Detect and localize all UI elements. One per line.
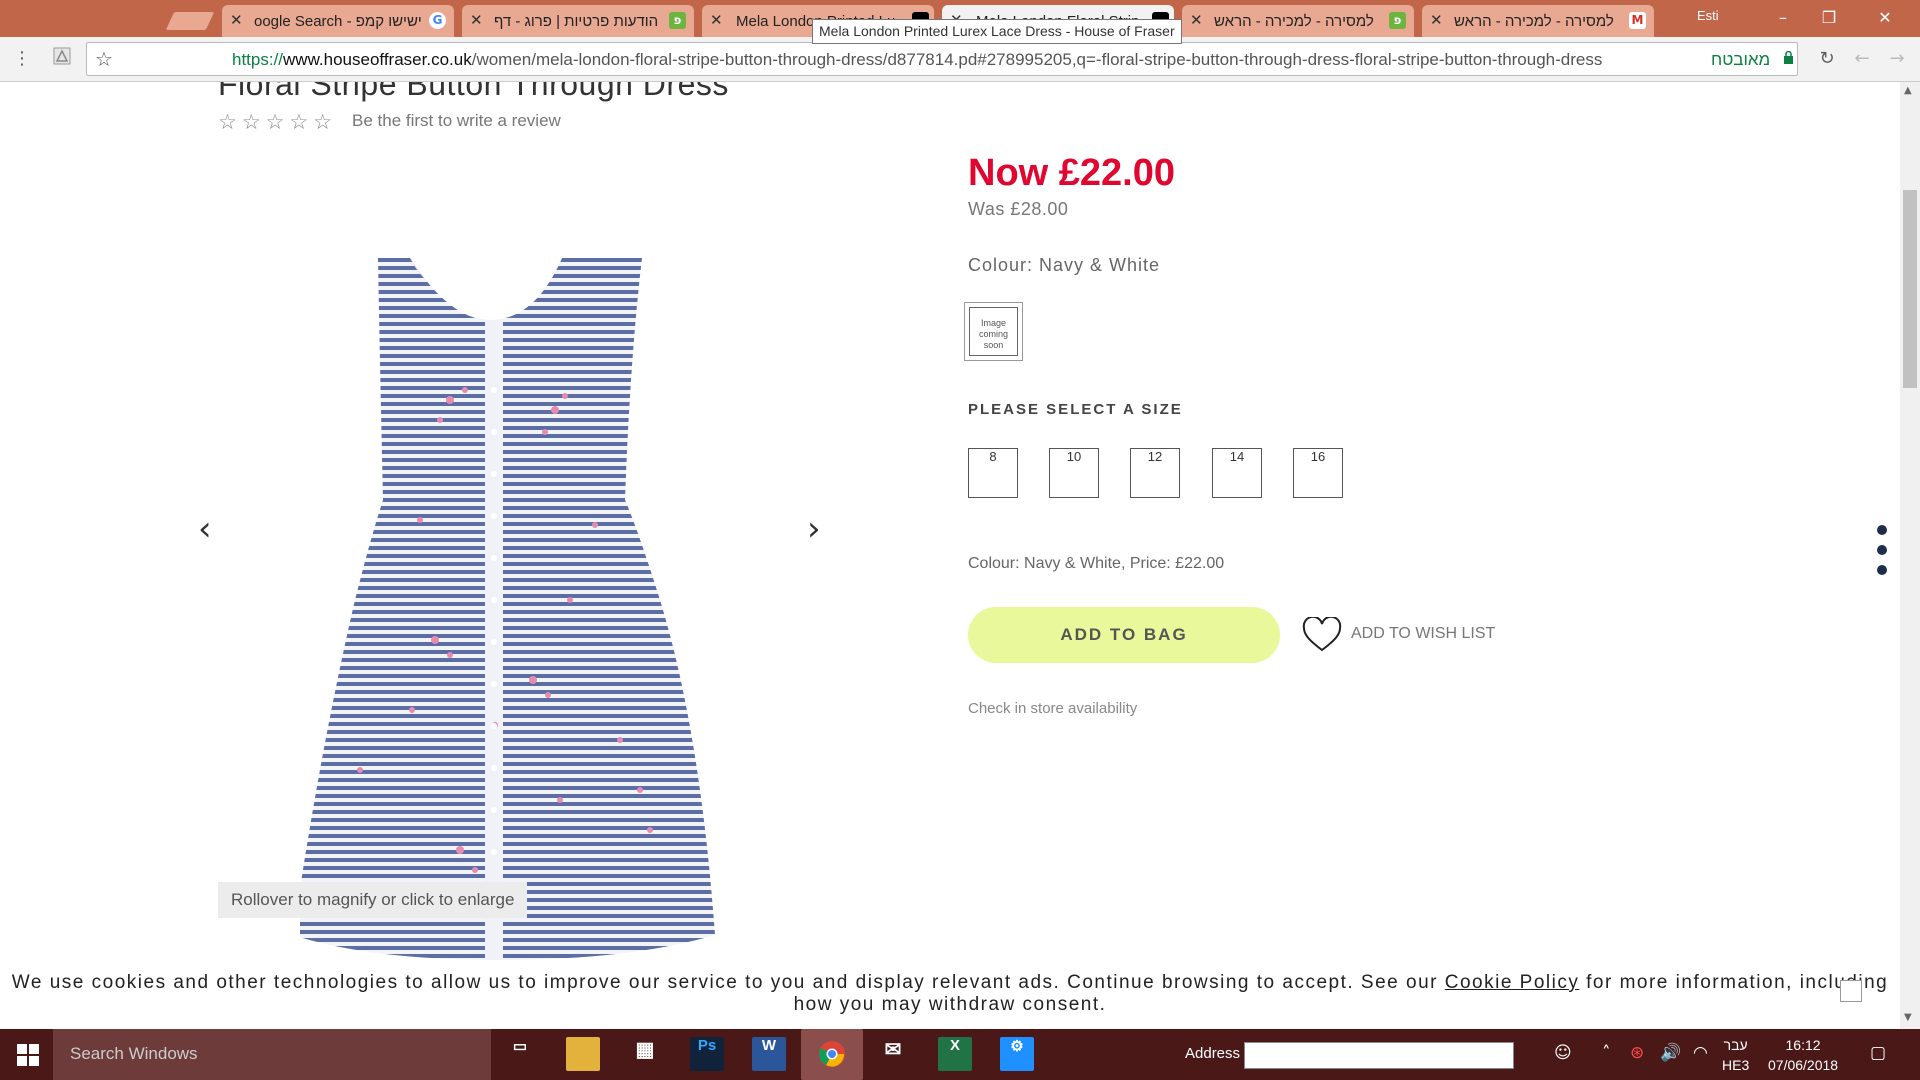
forward-icon[interactable]: ← (1850, 47, 1874, 71)
price-was: Was £28.00 (968, 199, 1069, 219)
size-option-12[interactable]: 12 (1130, 448, 1180, 498)
tab-tooltip: Mela London Printed Lurex Lace Dress - H… (812, 19, 1182, 44)
price-now: Now £22.00 (968, 152, 1175, 194)
tab-title: הודעות פרטיות | פרוג - דף (494, 13, 659, 30)
notifications-icon[interactable]: ▢ (1870, 1043, 1886, 1063)
cookie-banner: We use cookies and other technologies to… (0, 966, 1900, 1026)
restore-icon[interactable]: ❐ (1806, 4, 1852, 32)
volume-icon[interactable]: 🔊 (1660, 1043, 1681, 1063)
task-view-icon[interactable]: ▭ (503, 1037, 537, 1071)
add-to-bag-button[interactable]: ADD TO BAG (968, 607, 1280, 663)
tab-title: oogle Search - ישישו קמפ (254, 13, 422, 30)
search-placeholder: Search Windows (70, 1044, 198, 1063)
bookmark-star-icon[interactable]: ☆ (95, 47, 113, 71)
word-icon[interactable]: W (752, 1037, 786, 1071)
people-icon[interactable]: ☺ (1554, 1043, 1572, 1063)
size-option-10[interactable]: 10 (1049, 448, 1099, 498)
prog-icon: פ (669, 12, 686, 29)
tab-close-icon[interactable]: ✕ (470, 11, 483, 29)
size-option-16[interactable]: 16 (1293, 448, 1343, 498)
tab-close-icon[interactable]: ✕ (710, 11, 723, 29)
browser-tab[interactable]: ✕ למסירה - למכירה - הראש פ (1182, 5, 1414, 37)
prog-icon: פ (1389, 12, 1406, 29)
heart-icon[interactable] (1302, 617, 1342, 653)
write-review-link[interactable]: Be the first to write a review (352, 111, 561, 131)
mail-icon[interactable]: ✉ (876, 1037, 910, 1071)
tab-title: למסירה - למכירה - הראש (1214, 13, 1374, 30)
browser-tab-strip: ✕ G oogle Search - ישישו קמפ ✕ פ הודעות … (0, 0, 1920, 44)
menu-dots-icon[interactable]: ⋮ (10, 47, 34, 71)
antivirus-icon[interactable]: ⊛ (1630, 1043, 1644, 1063)
scroll-up-icon[interactable]: ▲ (1904, 85, 1912, 96)
chrome-icon[interactable] (801, 1029, 863, 1080)
app-icon[interactable]: ⚙ (1000, 1037, 1034, 1071)
lang-bottom: HE3 (1722, 1057, 1750, 1073)
url-text[interactable]: https://www.houseoffraser.co.uk/women/me… (232, 50, 1772, 70)
colour-price-summary: Colour: Navy & White, Price: £22.00 (968, 555, 1225, 572)
store-availability-link[interactable]: Check in store availability (968, 700, 1137, 717)
tab-title: למסירה - למכירה - הראש (1454, 13, 1614, 30)
rating-stars-icon[interactable]: ☆☆☆☆☆ (218, 110, 337, 134)
product-image[interactable] (300, 170, 720, 970)
magnify-hint[interactable]: Rollover to magnify or click to enlarge (218, 882, 528, 918)
windows-taskbar: Search Windows ▭ ▦ Ps W ✉ X ⚙ Address ☺ … (0, 1029, 1920, 1080)
pdf-extension-icon[interactable] (50, 47, 74, 71)
scroll-down-icon[interactable]: ▼ (1904, 1012, 1912, 1023)
swatch-placeholder-text: Image coming soon (969, 307, 1018, 356)
clock-time: 16:12 (1785, 1037, 1821, 1053)
url-host: www.houseoffraser.co.uk (283, 50, 472, 69)
colour-swatch[interactable]: Image coming soon (964, 302, 1023, 361)
windows-search-box[interactable]: Search Windows (53, 1029, 491, 1080)
file-explorer-icon[interactable] (566, 1037, 600, 1071)
minimize-icon[interactable]: – (1760, 4, 1806, 32)
address-bar[interactable]: ☆ https://www.houseoffraser.co.uk/women/… (86, 42, 1798, 76)
photoshop-icon[interactable]: Ps (690, 1037, 724, 1071)
cookie-text: We use cookies and other technologies to… (11, 972, 1445, 993)
tab-close-icon[interactable]: ✕ (230, 11, 243, 29)
browser-tab[interactable]: ✕ G oogle Search - ישישו קמפ (222, 5, 454, 37)
lang-top: עבר (1723, 1037, 1748, 1053)
scrollbar-thumb[interactable] (1903, 190, 1917, 388)
system-clock[interactable]: 16:12 07/06/2018 (1768, 1035, 1838, 1075)
calculator-icon[interactable]: ▦ (628, 1037, 662, 1071)
gmail-icon: M (1629, 12, 1646, 29)
gallery-prev-icon[interactable]: ‹ (198, 512, 212, 546)
product-title: Floral Stripe Button Through Dress (218, 82, 729, 102)
language-indicator[interactable]: עבר HE3 (1722, 1035, 1749, 1075)
new-tab-button[interactable] (165, 12, 215, 30)
profile-name[interactable]: Esti (1697, 8, 1719, 23)
gallery-next-icon[interactable]: › (807, 512, 821, 546)
size-option-14[interactable]: 14 (1212, 448, 1262, 498)
excel-icon[interactable]: X (938, 1037, 972, 1071)
product-page: Floral Stripe Button Through Dress ☆☆☆☆☆… (0, 82, 1900, 1029)
clock-date: 07/06/2018 (1768, 1057, 1839, 1073)
size-option-8[interactable]: 8 (968, 448, 1018, 498)
cookie-close-icon[interactable] (1840, 980, 1862, 1002)
tab-close-icon[interactable]: ✕ (1190, 11, 1203, 29)
url-scheme: https:// (232, 50, 284, 69)
add-to-wish-list-link[interactable]: ADD TO WISH LIST (1351, 625, 1495, 643)
cookie-policy-link[interactable]: Cookie Policy (1445, 972, 1580, 993)
browser-tab[interactable]: ✕ למסירה - למכירה - הראש M (1422, 5, 1654, 37)
wifi-icon[interactable]: ◠ (1693, 1043, 1708, 1063)
tray-chevron-icon[interactable]: ˄ (1602, 1043, 1611, 1063)
windows-start-icon[interactable] (16, 1043, 40, 1067)
browser-tab[interactable]: ✕ פ הודעות פרטיות | פרוג - דף (462, 5, 694, 37)
close-window-icon[interactable]: ✕ (1862, 4, 1908, 32)
size-heading: PLEASE SELECT A SIZE (968, 401, 1183, 418)
back-icon[interactable]: → (1885, 47, 1909, 71)
reload-icon[interactable]: ↻ (1815, 47, 1839, 71)
page-scrollbar[interactable]: ▲ ▼ (1900, 82, 1920, 1029)
address-toolbar-input[interactable] (1244, 1042, 1514, 1069)
google-icon: G (429, 12, 446, 29)
secure-label[interactable]: מאובטח (1711, 50, 1770, 70)
address-toolbar-label: Address (1185, 1045, 1241, 1062)
colour-label: Colour: Navy & White (968, 255, 1161, 275)
url-path: /women/mela-london-floral-stripe-button-… (471, 50, 1603, 69)
page-dots-nav[interactable] (1877, 525, 1889, 585)
tab-close-icon[interactable]: ✕ (1430, 11, 1443, 29)
lock-icon[interactable] (1783, 51, 1794, 64)
